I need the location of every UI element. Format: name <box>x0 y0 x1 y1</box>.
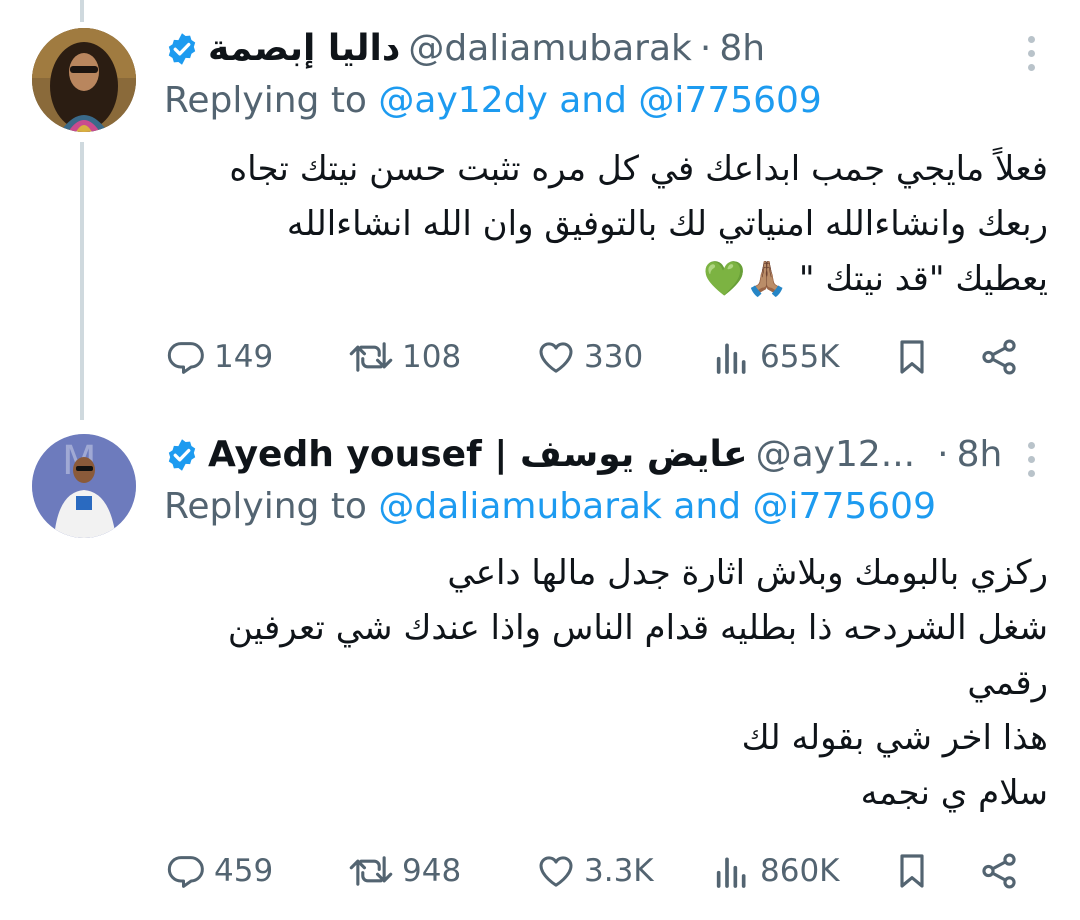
more-icon[interactable] <box>1028 36 1040 71</box>
reply-button[interactable]: 459 <box>166 846 273 896</box>
bookmark-icon <box>900 854 924 888</box>
avatar[interactable]: M <box>32 434 136 538</box>
retweet-count: 108 <box>402 339 462 375</box>
replying-label: Replying to <box>164 486 367 527</box>
timestamp[interactable]: 8h <box>957 430 1003 480</box>
like-count: 3.3K <box>584 853 654 889</box>
views-count: 860K <box>760 853 840 889</box>
replying-and[interactable]: and <box>559 80 627 121</box>
replying-label: Replying to <box>164 80 367 121</box>
tweet-header: داليا إبصمة @daliamubarak · 8h <box>164 24 1020 74</box>
retweet-icon <box>349 342 393 372</box>
display-name[interactable]: داليا إبصمة <box>208 24 400 74</box>
tweet-text-line: هذا اخر شي بقوله لك <box>741 718 1048 758</box>
tweet-text-line: سلام ي نجمه <box>860 773 1048 813</box>
verified-badge-icon <box>168 439 196 471</box>
replying-and[interactable]: and <box>673 486 741 527</box>
tweet-text-line: شغل الشردحه ذا بطليه قدام الناس واذا عند… <box>227 608 1048 648</box>
like-count: 330 <box>584 339 644 375</box>
tweet-text-line: رقمي <box>967 663 1048 703</box>
share-button[interactable] <box>978 846 1020 896</box>
reply-count: 149 <box>214 339 274 375</box>
verified-badge-icon <box>168 33 196 65</box>
reply-count: 459 <box>214 853 274 889</box>
replying-user-link[interactable]: @i775609 <box>753 486 936 527</box>
user-handle[interactable]: @daliamubarak <box>408 24 691 74</box>
tweet-actions: 149 108 330 655K <box>166 332 1026 382</box>
retweet-button[interactable]: 108 <box>348 332 461 382</box>
share-icon <box>982 339 1016 375</box>
separator-dot: · <box>699 28 712 69</box>
reply-button[interactable]: 149 <box>166 332 273 382</box>
replying-user-link[interactable]: @i775609 <box>638 80 821 121</box>
bookmark-icon <box>900 340 924 374</box>
views-count: 655K <box>760 339 840 375</box>
replying-user-link[interactable]: @daliamubarak <box>378 486 661 527</box>
views-button[interactable]: 655K <box>712 332 840 382</box>
tweet-header: Ayedh yousef | عايض يوسف @ay12... · 8h <box>164 430 1020 480</box>
timestamp[interactable]: 8h <box>719 24 765 74</box>
replying-user-link[interactable]: @ay12dy <box>378 80 547 121</box>
bookmark-button[interactable] <box>892 846 932 896</box>
reply-icon <box>167 856 204 888</box>
retweet-count: 948 <box>402 853 462 889</box>
user-handle[interactable]: @ay12... <box>756 430 916 480</box>
views-button[interactable]: 860K <box>712 846 840 896</box>
retweet-icon <box>349 856 393 886</box>
share-icon <box>982 853 1016 889</box>
replying-to: Replying to @ay12dy and @i775609 <box>164 80 822 121</box>
tweet-text-line: ربعك وانشاءالله امنياتي لك بالتوفيق وان … <box>286 204 1048 244</box>
replying-to: Replying to @daliamubarak and @i775609 <box>164 486 936 527</box>
views-icon <box>716 343 746 374</box>
like-button[interactable]: 330 <box>536 332 643 382</box>
separator-dot: · <box>937 434 949 475</box>
tweet-2[interactable]: M Ayedh yousef | عايض يوسف @ay12... · 8h… <box>0 410 1080 920</box>
avatar[interactable] <box>32 28 136 132</box>
tweet-1[interactable]: داليا إبصمة @daliamubarak · 8h Replying … <box>0 0 1080 410</box>
heart-icon <box>539 856 573 887</box>
heart-icon <box>539 342 573 373</box>
tweet-text-line: فعلاً مايجي جمب ابداعك في كل مره تثبت حس… <box>229 149 1048 189</box>
tweet-actions: 459 948 3.3K 860K <box>166 846 1026 896</box>
display-name[interactable]: Ayedh yousef | عايض يوسف <box>208 430 748 480</box>
tweet-text: ركزي بالبومك وبلاش اثارة جدل مالها داعي … <box>164 546 1048 821</box>
more-icon[interactable] <box>1028 442 1040 477</box>
like-button[interactable]: 3.3K <box>536 846 654 896</box>
retweet-button[interactable]: 948 <box>348 846 461 896</box>
tweet-text-line: ركزي بالبومك وبلاش اثارة جدل مالها داعي <box>447 553 1048 593</box>
tweet-text-line: يعطيك "قد نيتك " 🙏🏽💚 <box>703 259 1048 299</box>
bookmark-button[interactable] <box>892 332 932 382</box>
share-button[interactable] <box>978 332 1020 382</box>
reply-icon <box>167 342 204 374</box>
views-icon <box>716 857 746 888</box>
tweet-text: فعلاً مايجي جمب ابداعك في كل مره تثبت حس… <box>164 142 1048 307</box>
